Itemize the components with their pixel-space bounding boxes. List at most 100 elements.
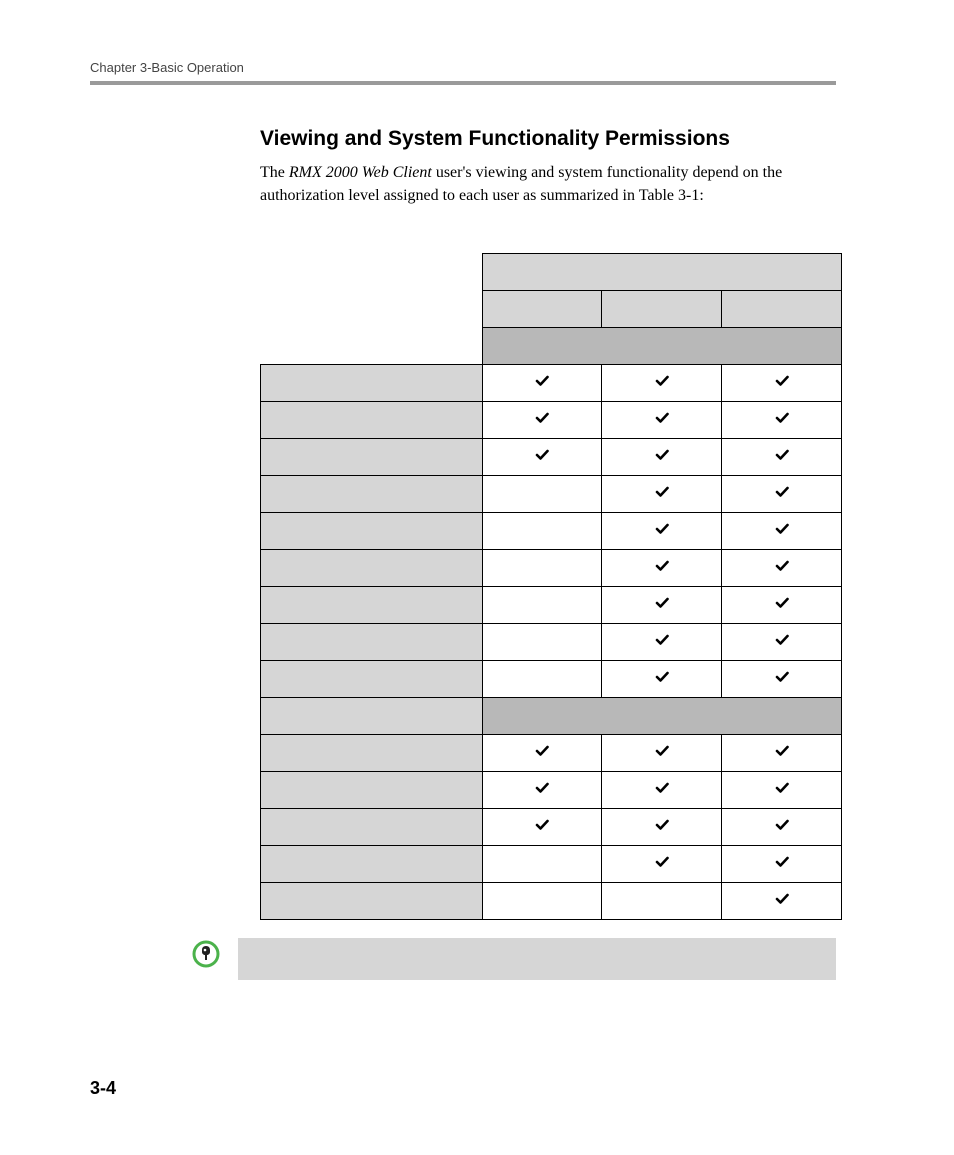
column-header xyxy=(482,291,602,328)
permission-cell xyxy=(602,846,722,883)
permission-cell xyxy=(722,661,842,698)
check-icon xyxy=(775,633,789,647)
table-header-row-2 xyxy=(261,291,842,328)
table-row xyxy=(261,365,842,402)
table-row xyxy=(261,772,842,809)
header-rule xyxy=(90,81,836,85)
table-row xyxy=(261,661,842,698)
note-box xyxy=(238,938,836,980)
table-row xyxy=(261,476,842,513)
row-label xyxy=(261,661,483,698)
note-row xyxy=(192,938,836,980)
row-label xyxy=(261,513,483,550)
permission-cell xyxy=(722,513,842,550)
check-icon xyxy=(655,818,669,832)
row-label xyxy=(261,735,483,772)
section-title: Viewing and System Functionality Permiss… xyxy=(260,127,836,151)
permission-cell xyxy=(482,439,602,476)
permission-cell xyxy=(722,587,842,624)
permission-cell xyxy=(602,809,722,846)
table-header-top xyxy=(482,254,841,291)
permissions-table xyxy=(260,253,842,920)
permission-cell xyxy=(482,365,602,402)
table-row xyxy=(261,439,842,476)
check-icon xyxy=(655,485,669,499)
check-icon xyxy=(775,596,789,610)
permission-cell xyxy=(482,513,602,550)
table-row xyxy=(261,846,842,883)
blank-lead-cell xyxy=(261,291,483,328)
check-icon xyxy=(535,448,549,462)
permission-cell xyxy=(722,883,842,920)
permission-cell xyxy=(602,735,722,772)
permission-cell xyxy=(602,402,722,439)
permission-cell xyxy=(722,735,842,772)
check-icon xyxy=(775,559,789,573)
check-icon xyxy=(655,448,669,462)
column-header xyxy=(602,291,722,328)
check-icon xyxy=(775,744,789,758)
permission-cell xyxy=(482,624,602,661)
permission-cell xyxy=(602,772,722,809)
check-icon xyxy=(775,670,789,684)
permission-cell xyxy=(602,439,722,476)
intro-emphasis: RMX 2000 Web Client xyxy=(289,164,432,181)
permission-cell xyxy=(722,402,842,439)
row-label xyxy=(261,476,483,513)
check-icon xyxy=(775,411,789,425)
permission-cell xyxy=(722,550,842,587)
table-header-bar-row xyxy=(261,328,842,365)
check-icon xyxy=(655,522,669,536)
category-label xyxy=(261,698,483,735)
row-label xyxy=(261,365,483,402)
check-icon xyxy=(535,374,549,388)
check-icon xyxy=(775,818,789,832)
table-body-1 xyxy=(261,365,842,698)
permission-cell xyxy=(602,587,722,624)
table-row xyxy=(261,809,842,846)
check-icon xyxy=(655,781,669,795)
row-label xyxy=(261,587,483,624)
intro-prefix: The xyxy=(260,164,289,181)
permission-cell xyxy=(722,439,842,476)
permission-cell xyxy=(602,624,722,661)
table-header-row-1 xyxy=(261,254,842,291)
category-bar xyxy=(482,698,841,735)
column-header xyxy=(722,291,842,328)
permission-cell xyxy=(482,661,602,698)
row-label xyxy=(261,402,483,439)
row-label xyxy=(261,883,483,920)
table-row xyxy=(261,550,842,587)
page: Chapter 3-Basic Operation Viewing and Sy… xyxy=(0,0,954,1155)
check-icon xyxy=(535,411,549,425)
permission-cell xyxy=(722,846,842,883)
permission-cell xyxy=(722,809,842,846)
check-icon xyxy=(775,522,789,536)
row-label xyxy=(261,439,483,476)
check-icon xyxy=(775,374,789,388)
check-icon xyxy=(775,781,789,795)
permission-cell xyxy=(482,587,602,624)
check-icon xyxy=(655,670,669,684)
row-label xyxy=(261,846,483,883)
table-row xyxy=(261,513,842,550)
check-icon xyxy=(655,855,669,869)
row-label xyxy=(261,809,483,846)
permission-cell xyxy=(482,809,602,846)
permission-cell xyxy=(482,735,602,772)
blank-lead-cell xyxy=(261,254,483,291)
table-row xyxy=(261,402,842,439)
running-header: Chapter 3-Basic Operation xyxy=(90,60,836,75)
permission-cell xyxy=(482,476,602,513)
check-icon xyxy=(775,448,789,462)
permission-cell xyxy=(482,883,602,920)
table-body-2 xyxy=(261,735,842,920)
intro-paragraph: The RMX 2000 Web Client user's viewing a… xyxy=(260,161,836,207)
permission-cell xyxy=(482,550,602,587)
check-icon xyxy=(535,818,549,832)
permission-cell xyxy=(722,476,842,513)
check-icon xyxy=(775,855,789,869)
table-row xyxy=(261,883,842,920)
permission-cell xyxy=(482,402,602,439)
permission-cell xyxy=(602,661,722,698)
